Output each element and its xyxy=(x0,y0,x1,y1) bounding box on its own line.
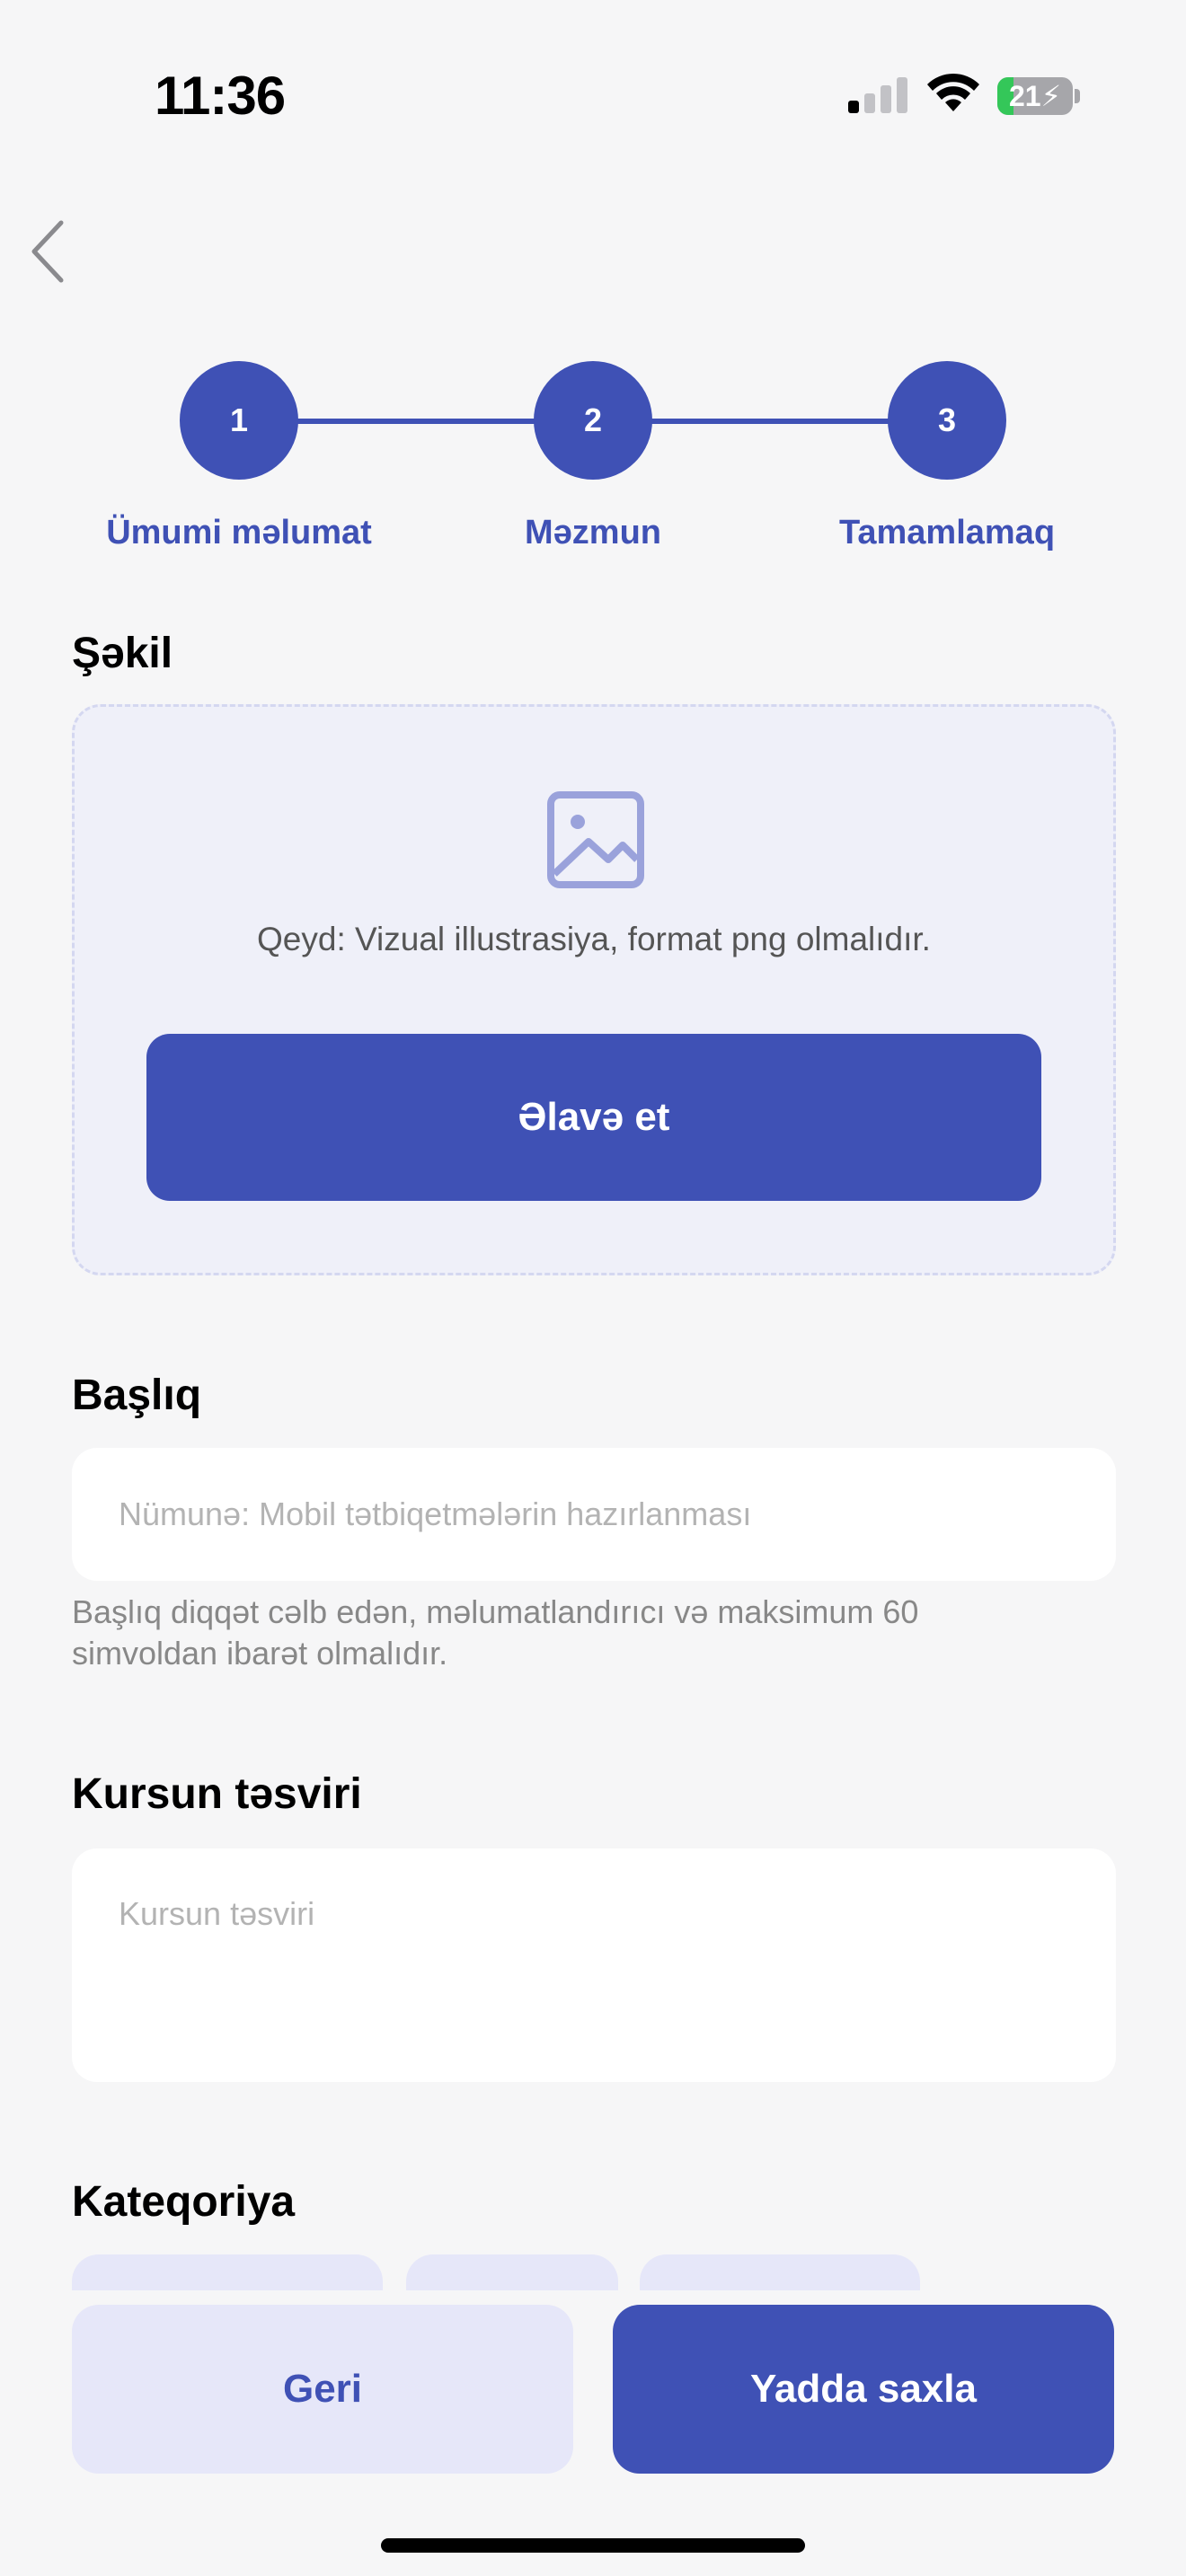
wifi-icon xyxy=(927,73,979,111)
course-description-input[interactable]: Kursun təsviri xyxy=(72,1848,1116,2082)
save-button[interactable]: Yadda saxla xyxy=(613,2305,1114,2474)
step-1-circle[interactable]: 1 xyxy=(180,361,298,480)
image-placeholder-icon xyxy=(547,791,644,888)
back-button[interactable]: Geri xyxy=(72,2305,573,2474)
image-section-title: Şəkil xyxy=(72,630,173,677)
category-chip[interactable] xyxy=(640,2254,920,2290)
image-upload-area[interactable]: Qeyd: Vizual illustrasiya, format png ol… xyxy=(72,704,1116,1275)
step-1-label: Ümumi məlumat xyxy=(106,514,372,551)
category-section-title: Kateqoriya xyxy=(72,2178,296,2226)
cellular-signal-icon xyxy=(848,77,907,113)
category-chip[interactable] xyxy=(72,2254,383,2290)
step-3-label: Tamamlamaq xyxy=(838,514,1056,551)
category-chip[interactable] xyxy=(406,2254,618,2290)
course-title-input[interactable]: Nümunə: Mobil tətbiqetmələrin hazırlanma… xyxy=(72,1448,1116,1581)
home-indicator[interactable] xyxy=(381,2538,805,2553)
image-format-note: Qeyd: Vizual illustrasiya, format png ol… xyxy=(257,921,931,957)
step-2-circle[interactable]: 2 xyxy=(534,361,652,480)
add-image-button[interactable]: Əlavə et xyxy=(146,1034,1041,1201)
status-time: 11:36 xyxy=(155,66,286,126)
step-2-label: Məzmun xyxy=(525,514,661,551)
back-chevron-icon[interactable] xyxy=(22,216,75,287)
title-hint: Başlıq diqqət cəlb edən, məlumatlandırıc… xyxy=(72,1593,919,1672)
screen: 11:36 21⚡ 1 2 3 Ümumi məlumat Məzmun Tam… xyxy=(0,0,1186,2576)
step-3-circle[interactable]: 3 xyxy=(888,361,1006,480)
description-section-title: Kursun təsviri xyxy=(72,1770,362,1818)
battery-icon: 21⚡ xyxy=(997,77,1080,115)
title-section-title: Başlıq xyxy=(72,1372,202,1419)
